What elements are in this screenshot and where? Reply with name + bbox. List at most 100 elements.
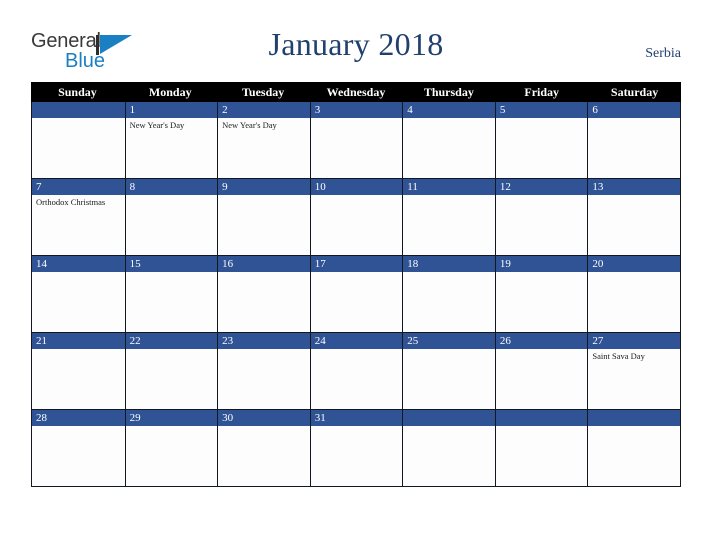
calendar-day-3[interactable]: 3: [309, 102, 403, 178]
day-events: [403, 272, 495, 274]
calendar-day-22[interactable]: 22: [124, 333, 218, 409]
day-events: [126, 272, 218, 274]
day-events: [126, 195, 218, 197]
day-events: [311, 118, 403, 120]
calendar-day-empty[interactable]: [494, 410, 588, 486]
day-events: [126, 426, 218, 428]
calendar-day-6[interactable]: 6: [587, 102, 680, 178]
day-number: [495, 410, 588, 426]
day-number: 29: [125, 410, 218, 426]
calendar-day-26[interactable]: 26: [494, 333, 588, 409]
day-number: 19: [495, 256, 588, 272]
calendar-day-18[interactable]: 18: [402, 256, 495, 332]
day-events: [588, 118, 680, 120]
calendar-day-31[interactable]: 31: [309, 410, 403, 486]
day-events: [588, 195, 680, 197]
calendar-day-empty[interactable]: [587, 410, 680, 486]
calendar-day-30[interactable]: 30: [217, 410, 310, 486]
day-number: 26: [495, 333, 588, 349]
day-events: [588, 426, 680, 428]
day-number: 16: [218, 256, 310, 272]
calendar-day-9[interactable]: 9: [217, 179, 310, 255]
day-events: [496, 426, 588, 428]
day-number: 31: [310, 410, 403, 426]
day-number: 21: [32, 333, 125, 349]
day-events: [403, 426, 495, 428]
calendar-day-empty[interactable]: [32, 102, 125, 178]
day-events: [311, 272, 403, 274]
calendar-day-2[interactable]: 2 New Year's Day: [217, 102, 310, 178]
calendar-day-13[interactable]: 13: [587, 179, 680, 255]
day-number: 7: [32, 179, 125, 195]
weekday-header-wednesday: Wednesday: [326, 85, 386, 99]
calendar-day-12[interactable]: 12: [494, 179, 588, 255]
calendar-day-19[interactable]: 19: [494, 256, 588, 332]
calendar-week-row: 7 Orthodox Christmas 8 9 10 11 12 13: [32, 178, 680, 255]
weekday-header-sunday: Sunday: [58, 85, 97, 99]
day-number: 27: [588, 333, 680, 349]
day-events: [403, 349, 495, 351]
calendar-day-25[interactable]: 25: [402, 333, 495, 409]
day-events: [32, 426, 125, 428]
calendar-day-empty[interactable]: [402, 410, 495, 486]
day-events: [32, 349, 125, 351]
day-number: 24: [310, 333, 403, 349]
day-number: 4: [403, 102, 495, 118]
day-events: [588, 272, 680, 274]
calendar-day-14[interactable]: 14: [32, 256, 125, 332]
calendar-day-4[interactable]: 4: [402, 102, 495, 178]
event-label: New Year's Day: [222, 120, 277, 130]
calendar-day-17[interactable]: 17: [309, 256, 403, 332]
day-number: 28: [32, 410, 125, 426]
day-number: 8: [125, 179, 218, 195]
calendar-day-24[interactable]: 24: [309, 333, 403, 409]
page-header: General Blue January 2018 Serbia: [0, 0, 712, 82]
weekday-header-row: Sunday Monday Tuesday Wednesday Thursday Frid…: [31, 82, 681, 102]
calendar-day-20[interactable]: 20: [587, 256, 680, 332]
calendar-day-5[interactable]: 5: [494, 102, 588, 178]
day-events: New Year's Day: [126, 118, 218, 131]
day-events: [32, 272, 125, 274]
day-number: 12: [495, 179, 588, 195]
weekday-header-friday: Friday: [524, 85, 560, 99]
day-events: Saint Sava Day: [588, 349, 680, 362]
day-number: 11: [403, 179, 495, 195]
calendar-day-8[interactable]: 8: [124, 179, 218, 255]
day-number: 1: [125, 102, 218, 118]
day-number: 14: [32, 256, 125, 272]
day-number: 30: [218, 410, 310, 426]
calendar-day-7[interactable]: 7 Orthodox Christmas: [32, 179, 125, 255]
day-number: 22: [125, 333, 218, 349]
day-number: 9: [218, 179, 310, 195]
day-events: [311, 349, 403, 351]
calendar-day-28[interactable]: 28: [32, 410, 125, 486]
day-number: 13: [588, 179, 680, 195]
calendar-day-1[interactable]: 1 New Year's Day: [124, 102, 218, 178]
day-events: [496, 118, 588, 120]
day-events: [218, 272, 310, 274]
day-number: [403, 410, 495, 426]
calendar-day-16[interactable]: 16: [217, 256, 310, 332]
day-number: [588, 410, 680, 426]
day-events: [218, 426, 310, 428]
weekday-header-monday: Monday: [148, 85, 192, 99]
calendar-grid: Sunday Monday Tuesday Wednesday Thursday Frid…: [31, 82, 681, 487]
day-events: [403, 118, 495, 120]
calendar-day-15[interactable]: 15: [124, 256, 218, 332]
calendar-day-23[interactable]: 23: [217, 333, 310, 409]
calendar-day-21[interactable]: 21: [32, 333, 125, 409]
calendar-day-11[interactable]: 11: [402, 179, 495, 255]
day-events: [218, 195, 310, 197]
day-events: [403, 195, 495, 197]
day-events: [126, 349, 218, 351]
calendar-day-27[interactable]: 27 Saint Sava Day: [587, 333, 680, 409]
calendar-weeks: 1 New Year's Day 2 New Year's Day 3 4 5 6 7 Ortho…: [31, 102, 681, 487]
day-number: [32, 102, 125, 118]
day-number: 2: [218, 102, 310, 118]
day-events: New Year's Day: [218, 118, 310, 131]
calendar-day-29[interactable]: 29: [124, 410, 218, 486]
calendar-week-row: 21 22 23 24 25 26 27 Saint Sava Day: [32, 332, 680, 409]
calendar-day-10[interactable]: 10: [309, 179, 403, 255]
day-events: [496, 349, 588, 351]
page-title: January 2018: [268, 26, 444, 62]
